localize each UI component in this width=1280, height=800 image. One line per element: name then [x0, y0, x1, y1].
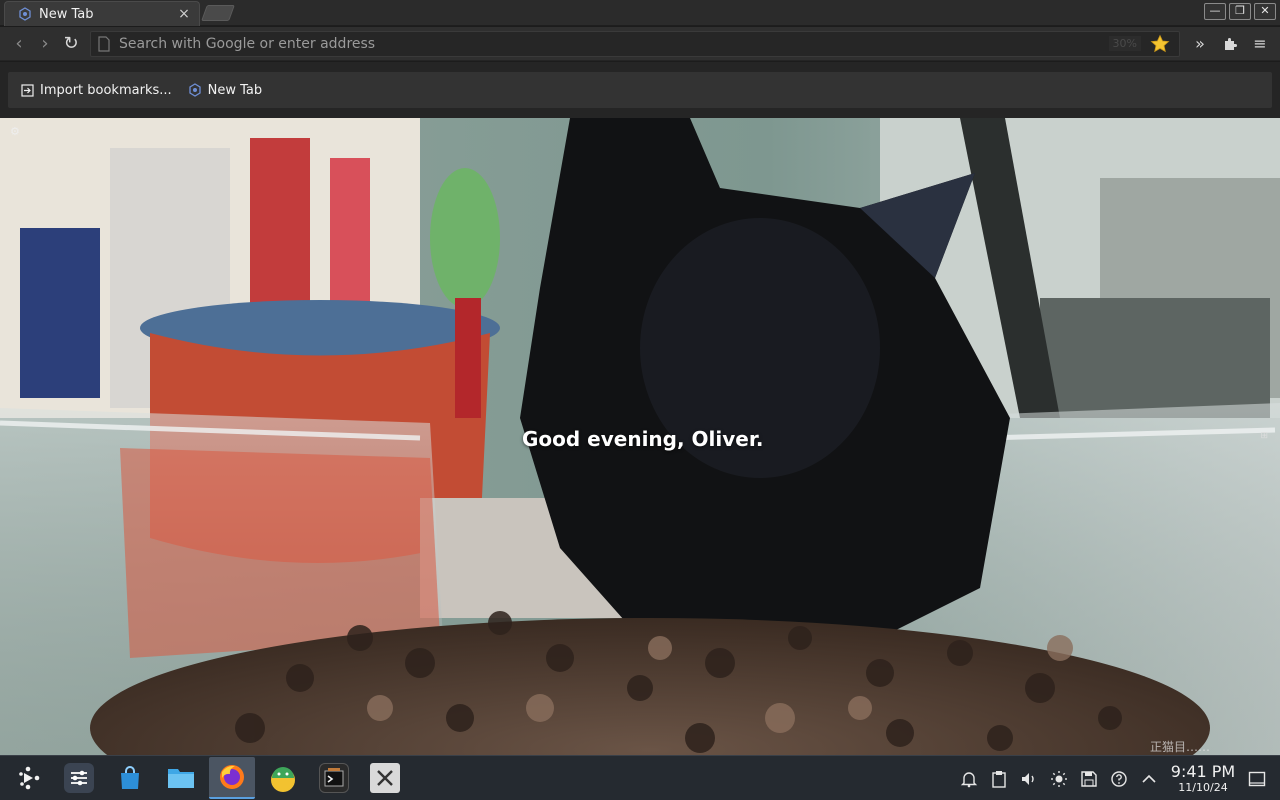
hamburger-menu-icon[interactable]: ≡ [1248, 32, 1272, 56]
taskbar-x-app[interactable] [362, 757, 408, 799]
close-window-button[interactable]: ✕ [1254, 3, 1276, 20]
screen: New Tab × — ❐ ✕ ‹ › ↻ 30% » [0, 0, 1280, 800]
launcher-icon [13, 763, 43, 793]
taskbar-app-launcher[interactable] [5, 757, 51, 799]
new-tab-button[interactable] [201, 5, 235, 21]
bookmark-import-label: Import bookmarks... [40, 82, 172, 98]
browser-logo-icon [188, 83, 202, 97]
url-input[interactable] [119, 35, 1109, 52]
settings-sliders-icon [64, 763, 94, 793]
nav-bar: ‹ › ↻ 30% » ≡ [0, 27, 1280, 61]
clock-time: 9:41 PM [1170, 762, 1236, 781]
system-tray: 9:41 PM 11/10/24 [954, 756, 1280, 800]
save-disk-icon[interactable] [1074, 764, 1104, 794]
taskbar: 9:41 PM 11/10/24 [0, 755, 1280, 800]
page-icon [97, 35, 113, 52]
window-controls: — ❐ ✕ [1204, 3, 1276, 20]
x-app-icon [370, 763, 400, 793]
tab-title: New Tab [39, 6, 94, 22]
tab-close-icon[interactable]: × [177, 7, 191, 21]
android-studio-icon [268, 763, 298, 793]
reload-button[interactable]: ↻ [58, 31, 84, 57]
bookmarks-toolbar: Import bookmarks... New Tab [8, 72, 1272, 108]
taskbar-android-studio[interactable] [260, 757, 306, 799]
browser-logo-icon [17, 6, 33, 22]
clipboard-icon[interactable] [984, 764, 1014, 794]
forward-button[interactable]: › [32, 31, 58, 57]
import-icon [20, 83, 34, 97]
taskbar-file-manager[interactable] [158, 757, 204, 799]
nav-right-tools: » ≡ [1188, 32, 1272, 56]
show-desktop-icon[interactable] [1242, 764, 1272, 794]
clock[interactable]: 9:41 PM 11/10/24 [1168, 762, 1238, 794]
store-bag-icon [115, 763, 145, 793]
restore-button[interactable]: ❐ [1229, 3, 1251, 20]
tab-strip: New Tab × — ❐ ✕ [0, 0, 1280, 26]
photo-watermark: 正猫目…… [1149, 740, 1210, 754]
extensions-puzzle-icon[interactable] [1218, 32, 1242, 56]
back-button[interactable]: ‹ [6, 31, 32, 57]
taskbar-system-settings[interactable] [56, 757, 102, 799]
bookmark-new-tab-label: New Tab [207, 82, 263, 98]
tab-new-tab[interactable]: New Tab × [4, 1, 200, 26]
new-tab-page: ⚙ Good evening, Oliver. ⊞ 正猫目…… [0, 118, 1280, 755]
help-icon[interactable] [1104, 764, 1134, 794]
edge-widget-icon[interactable]: ⊞ [1260, 431, 1268, 441]
terminal-icon [319, 763, 349, 793]
clock-date: 11/10/24 [1178, 781, 1228, 794]
zoom-level[interactable]: 30% [1108, 36, 1141, 51]
bookmarks-bar: Import bookmarks... New Tab [0, 62, 1280, 118]
url-bar[interactable]: 30% [90, 30, 1180, 57]
tray-expand-chevron-icon[interactable] [1134, 764, 1164, 794]
bookmark-star-icon[interactable] [1147, 31, 1173, 57]
greeting-text: Good evening, Oliver. [522, 427, 764, 451]
taskbar-firefox[interactable] [209, 757, 255, 799]
taskbar-discover-store[interactable] [107, 757, 153, 799]
notifications-bell-icon[interactable] [954, 764, 984, 794]
bookmark-import[interactable]: Import bookmarks... [20, 83, 172, 98]
brightness-icon[interactable] [1044, 764, 1074, 794]
volume-icon[interactable] [1014, 764, 1044, 794]
newtab-settings-icon[interactable]: ⚙ [10, 125, 20, 138]
overflow-chevron-icon[interactable]: » [1188, 32, 1212, 56]
minimize-button[interactable]: — [1204, 3, 1226, 20]
folder-icon [166, 763, 196, 793]
taskbar-terminal[interactable] [311, 757, 357, 799]
bookmark-new-tab[interactable]: New Tab [188, 82, 263, 98]
firefox-icon [217, 762, 247, 792]
